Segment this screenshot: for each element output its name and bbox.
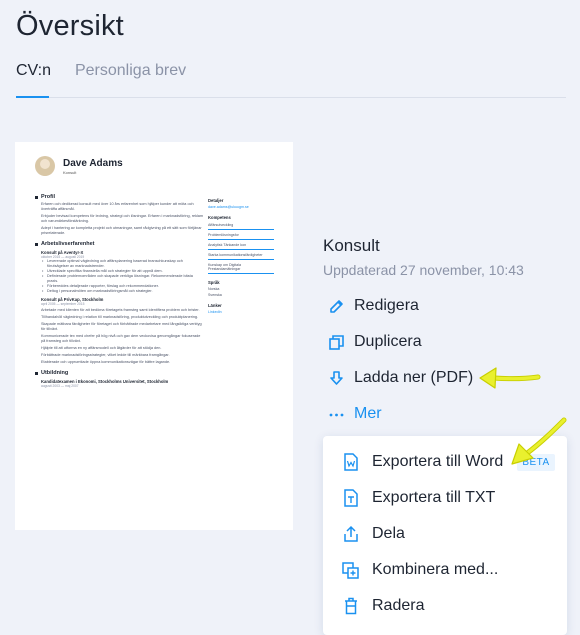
pencil-icon bbox=[327, 297, 345, 315]
resume-side-heading: Kompetens bbox=[208, 215, 231, 220]
resume-text: Kommunicerade tex med chefer på hög nivå… bbox=[41, 334, 201, 343]
annotation-arrow-icon bbox=[511, 417, 567, 465]
resume-bullet: Definierade problemområden och skapade v… bbox=[42, 274, 205, 284]
avatar bbox=[35, 156, 55, 176]
word-file-icon bbox=[342, 453, 359, 471]
document-name: Konsult bbox=[323, 236, 380, 255]
resume-text: Erbjuder bevisad kompetens för ledning, … bbox=[41, 214, 204, 223]
resume-preview[interactable]: Dave Adams Konsult Profil Erfaren och de… bbox=[15, 142, 293, 530]
combine-icon bbox=[342, 561, 359, 579]
tab-personliga-brev[interactable]: Personliga brev bbox=[75, 62, 186, 80]
resume-section-heading: Arbetslivserfarenhet bbox=[35, 241, 205, 247]
download-pdf-button[interactable]: Ladda ner (PDF) bbox=[327, 369, 473, 387]
resume-text: Arbetade med klienten för att bedöma för… bbox=[41, 308, 200, 312]
resume-link: LinkedIn bbox=[208, 310, 222, 314]
resume-side-column: Detaljer dave.adams@ukuugm.se Kompetens … bbox=[208, 192, 274, 314]
menu-item-label: Kombinera med... bbox=[372, 561, 499, 578]
resume-name: Dave Adams bbox=[63, 157, 123, 169]
resume-bullet: Levererade optimal vägledning och affärs… bbox=[42, 259, 205, 269]
duplicate-label: Duplicera bbox=[354, 333, 422, 350]
edit-label: Redigera bbox=[354, 297, 419, 314]
resume-job-date: april 2005 — september 2015 bbox=[41, 302, 85, 306]
resume-skill: Starka kommunikationsfärdigheter bbox=[208, 253, 274, 260]
download-label: Ladda ner (PDF) bbox=[354, 369, 474, 386]
menu-item-delete[interactable]: Radera bbox=[342, 597, 424, 615]
resume-text: Hjälpte till att utforma en ny affärsmod… bbox=[41, 346, 162, 350]
resume-side-heading: Detaljer bbox=[208, 198, 224, 203]
resume-skill: Affärsutveckling bbox=[208, 223, 274, 230]
tabs-divider bbox=[16, 97, 566, 98]
resume-side-heading: Länker bbox=[208, 303, 222, 308]
menu-item-export-txt[interactable]: Exportera till TXT bbox=[342, 489, 495, 507]
resume-text: Erfaren och dedikerad konsult med över 1… bbox=[41, 202, 194, 211]
more-dots-icon bbox=[327, 405, 345, 423]
txt-file-icon bbox=[342, 489, 359, 507]
more-label: Mer bbox=[354, 405, 382, 422]
resume-main-column: Profil Erfaren och dedikerad konsult med… bbox=[35, 189, 205, 388]
tab-cv[interactable]: CV:n bbox=[16, 62, 51, 80]
share-icon bbox=[342, 525, 359, 543]
resume-language: Svenska bbox=[208, 293, 222, 297]
resume-side-heading: Språk bbox=[208, 280, 220, 285]
edit-button[interactable]: Redigera bbox=[327, 297, 419, 315]
resume-language: Norska bbox=[208, 287, 220, 291]
menu-item-share[interactable]: Dela bbox=[342, 525, 405, 543]
resume-text: Etablerade och upprumtiade öppna kommuni… bbox=[41, 360, 171, 364]
resume-text: Förbättrade marknadsföringsstrategier, v… bbox=[41, 353, 170, 357]
menu-item-label: Radera bbox=[372, 597, 425, 614]
document-tabs: CV:n Personliga brev bbox=[16, 62, 186, 80]
menu-item-label: Dela bbox=[372, 525, 405, 542]
trash-icon bbox=[342, 597, 359, 615]
menu-item-combine[interactable]: Kombinera med... bbox=[342, 561, 498, 579]
resume-bullet: Deltog i personalmöten om marknadsföring… bbox=[42, 289, 205, 294]
resume-skill: Problemlösningsfor bbox=[208, 233, 274, 240]
resume-text: Adept i hantering av kompletta projekt o… bbox=[41, 226, 202, 235]
document-updated: Uppdaterad 27 november, 10:43 bbox=[323, 262, 524, 278]
resume-skill: Analytisk Tänkande kon bbox=[208, 243, 274, 250]
resume-text: Tillhandahöll vägledning i relation till… bbox=[41, 315, 199, 319]
duplicate-button[interactable]: Duplicera bbox=[327, 333, 422, 351]
download-icon bbox=[327, 369, 345, 387]
resume-section-heading: Profil bbox=[35, 194, 205, 200]
resume-skill: Kunskap om Digitala Prestandamätningar bbox=[208, 263, 274, 274]
more-button[interactable]: Mer bbox=[327, 405, 382, 423]
resume-text: Skapade mätbara färdigheter för företage… bbox=[41, 322, 202, 331]
resume-subtitle: Konsult bbox=[63, 169, 77, 175]
resume-section-heading: Utbildning bbox=[35, 370, 205, 376]
active-tab-indicator bbox=[16, 96, 49, 98]
resume-header: Dave Adams Konsult bbox=[35, 156, 123, 176]
resume-email: dave.adams@ukuugm.se bbox=[208, 205, 249, 209]
menu-item-label: Exportera till TXT bbox=[372, 489, 496, 506]
annotation-arrow-icon bbox=[479, 367, 541, 389]
page-title: Översikt bbox=[16, 10, 124, 42]
menu-item-label: Exportera till Word bbox=[372, 453, 504, 470]
resume-edu-date: augusti 2003 — maj 2007 bbox=[41, 384, 79, 388]
duplicate-icon bbox=[327, 333, 345, 351]
